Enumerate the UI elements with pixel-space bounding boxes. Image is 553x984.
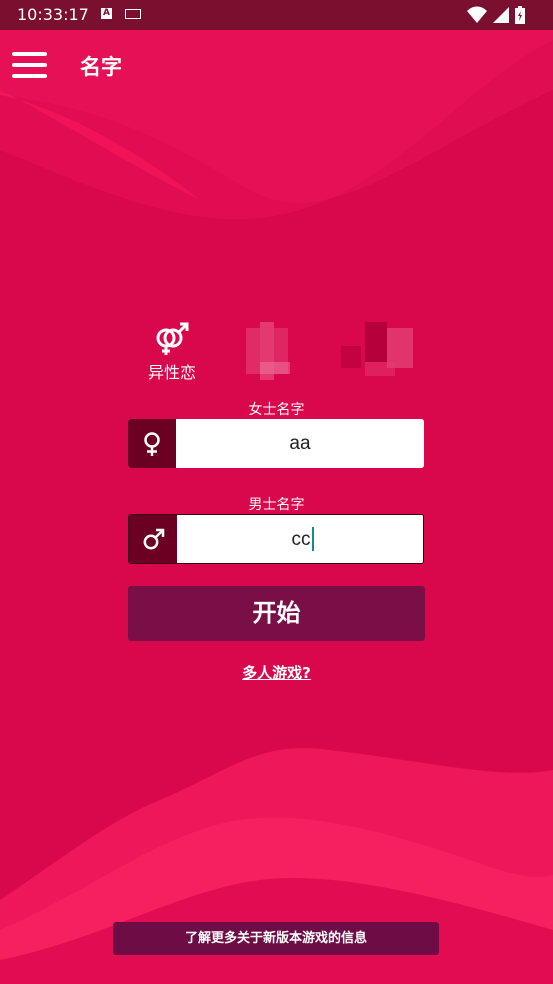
- main-content: 异性恋 女士名字 男士名字: [0, 0, 553, 984]
- battery-icon: [515, 6, 525, 24]
- female-name-input[interactable]: [176, 419, 424, 468]
- male-name-label: 男士名字: [248, 497, 305, 513]
- blurred-mode-option-2[interactable]: [341, 322, 417, 380]
- learn-more-button[interactable]: 了解更多关于新版本游戏的信息: [113, 922, 439, 955]
- keyboard-icon: [125, 9, 141, 19]
- male-name-input[interactable]: [177, 515, 423, 563]
- mode-label: 异性恋: [147, 363, 196, 382]
- heterosexual-gender-icon[interactable]: [155, 322, 189, 356]
- male-icon-box: [129, 515, 177, 563]
- male-symbol-icon: [143, 528, 165, 550]
- wifi-icon: [467, 6, 487, 23]
- blurred-mode-option-1[interactable]: [246, 322, 306, 380]
- app-bar: 名字: [0, 30, 553, 96]
- page-title: 名字: [80, 55, 122, 79]
- male-name-field: [128, 514, 424, 564]
- a-notification-icon: A: [101, 8, 112, 19]
- hamburger-menu-icon[interactable]: [12, 52, 47, 78]
- status-bar: 10:33:17 A: [0, 0, 553, 30]
- female-symbol-icon: [144, 432, 160, 456]
- start-button[interactable]: 开始: [128, 586, 425, 641]
- status-icons: [467, 6, 537, 24]
- female-name-field: [128, 419, 424, 468]
- female-name-label: 女士名字: [248, 402, 305, 418]
- status-time: 10:33:17: [17, 5, 89, 24]
- text-caret: [312, 527, 314, 551]
- signal-icon: [493, 7, 509, 23]
- female-icon-box: [128, 419, 176, 468]
- multiplayer-link[interactable]: 多人游戏?: [238, 662, 315, 683]
